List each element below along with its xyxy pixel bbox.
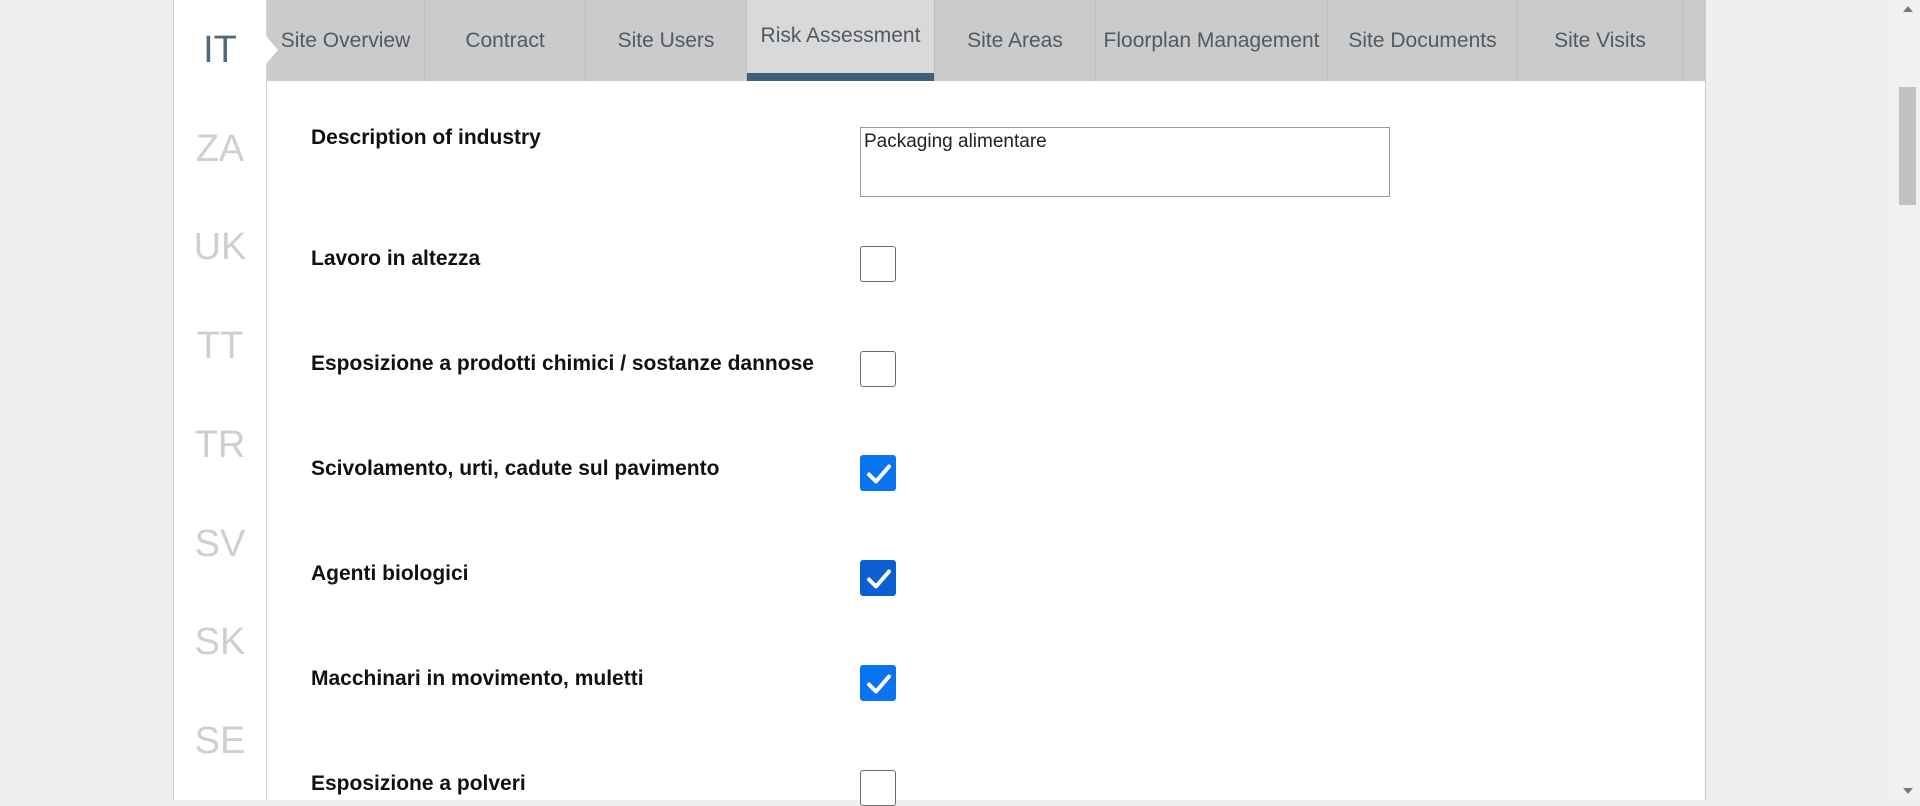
risk-checkbox-slips-trips-falls[interactable]: [860, 455, 896, 491]
language-tab-se[interactable]: SE: [174, 722, 266, 760]
vertical-scrollbar[interactable]: [1895, 0, 1920, 800]
industry-description-field[interactable]: Packaging alimentare: [860, 127, 1390, 197]
language-tab-tt[interactable]: TT: [174, 327, 266, 365]
site-tab-bar: Site Overview Contract Site Users Risk A…: [267, 0, 1706, 81]
tab-risk-assessment[interactable]: Risk Assessment: [747, 0, 935, 81]
tab-site-users[interactable]: Site Users: [586, 0, 747, 81]
language-tab-uk[interactable]: UK: [174, 228, 266, 266]
risk-label-biological-agents: Agenti biologici: [311, 562, 469, 585]
risk-label-moving-machinery: Macchinari in movimento, muletti: [311, 667, 644, 690]
scroll-down-arrow-icon[interactable]: [1895, 782, 1920, 800]
risk-checkbox-moving-machinery[interactable]: [860, 665, 896, 701]
language-tab-za[interactable]: ZA: [174, 130, 266, 168]
tab-site-documents[interactable]: Site Documents: [1328, 0, 1518, 81]
tab-site-visits[interactable]: Site Visits: [1518, 0, 1683, 81]
risk-checkbox-work-at-height[interactable]: [860, 246, 896, 282]
scrollbar-thumb[interactable]: [1899, 87, 1916, 205]
risk-checkbox-chemical-exposure[interactable]: [860, 351, 896, 387]
risk-label-dust-exposure: Esposizione a polveri: [311, 772, 526, 795]
active-tab-indicator: [747, 73, 934, 81]
language-tab-it[interactable]: IT: [174, 31, 266, 69]
language-tab-sk[interactable]: SK: [174, 623, 266, 661]
risk-checkbox-dust-exposure[interactable]: [860, 770, 896, 806]
tab-label: Site Areas: [967, 29, 1063, 52]
active-language-pointer: [266, 36, 278, 64]
scroll-up-arrow-icon[interactable]: [1895, 0, 1920, 18]
tab-label: Risk Assessment: [760, 24, 921, 47]
tab-label: Site Overview: [280, 29, 411, 52]
tab-label: Site Documents: [1348, 29, 1497, 52]
tab-site-overview[interactable]: Site Overview: [267, 0, 425, 81]
checkmark-icon: [867, 674, 891, 694]
checkmark-icon: [867, 569, 891, 589]
risk-label-chemical-exposure: Esposizione a prodotti chimici / sostanz…: [311, 352, 814, 375]
language-tab-sv[interactable]: SV: [174, 525, 266, 563]
tab-floorplan-management[interactable]: Floorplan Management: [1096, 0, 1328, 81]
page-frame: IT ZA UK TT TR SV SK SE Site Overview Co…: [173, 0, 1706, 806]
tab-contract[interactable]: Contract: [425, 0, 586, 81]
tab-label: Floorplan Management: [1103, 29, 1320, 52]
tab-site-areas[interactable]: Site Areas: [935, 0, 1096, 81]
checkmark-icon: [867, 464, 891, 484]
risk-label-work-at-height: Lavoro in altezza: [311, 247, 481, 270]
tab-label: Site Users: [617, 29, 715, 52]
language-sidebar: IT ZA UK TT TR SV SK SE: [174, 0, 267, 800]
language-tab-tr[interactable]: TR: [174, 426, 266, 464]
tab-label: Site Visits: [1554, 29, 1646, 52]
tab-label: Contract: [465, 29, 545, 52]
risk-label-slips-trips-falls: Scivolamento, urti, cadute sul pavimento: [311, 457, 720, 480]
risk-checkbox-biological-agents[interactable]: [860, 560, 896, 596]
industry-description-label: Description of industry: [311, 126, 541, 149]
